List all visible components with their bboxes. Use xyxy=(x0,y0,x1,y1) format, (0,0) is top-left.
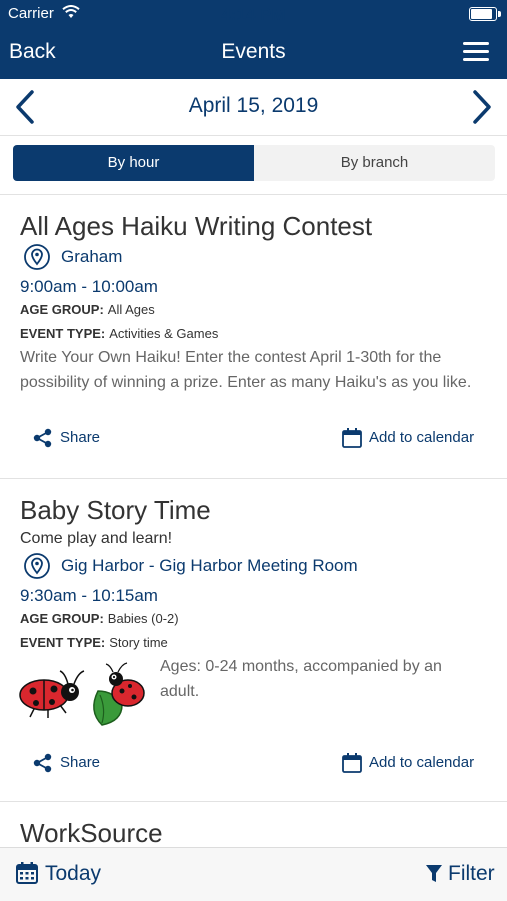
age-group-label: AGE GROUP: xyxy=(20,611,104,626)
location-name: Graham xyxy=(61,247,123,266)
view-mode-segmented-control: By hour By branch xyxy=(0,136,507,195)
bottom-toolbar: Today Filter xyxy=(0,847,507,901)
share-button[interactable]: Share xyxy=(32,752,122,776)
location-pin-icon xyxy=(24,244,50,270)
share-label: Share xyxy=(60,754,101,771)
event-time: 9:00am - 10:00am xyxy=(20,277,158,296)
filter-button[interactable]: Filter xyxy=(423,861,497,887)
event-time: 9:30am - 10:15am xyxy=(20,586,158,605)
share-icon xyxy=(33,428,52,448)
battery-icon xyxy=(469,7,501,21)
segment-by-branch[interactable]: By branch xyxy=(254,145,495,181)
event-description: Write Your Own Haiku! Enter the contest … xyxy=(20,349,472,391)
segment-by-hour[interactable]: By hour xyxy=(13,145,254,181)
event-type: EVENT TYPE: Story time xyxy=(20,635,168,650)
event-card[interactable]: Baby Story Time Come play and learn! Gig… xyxy=(0,479,507,802)
filter-label: Filter xyxy=(448,862,495,885)
today-label: Today xyxy=(45,862,102,885)
calendar-icon xyxy=(342,428,362,448)
event-image-ladybugs xyxy=(18,661,148,727)
status-bar: Carrier 4:14 PM xyxy=(0,0,507,28)
location-pin-icon xyxy=(24,553,50,579)
age-group-label: AGE GROUP: xyxy=(20,302,104,317)
event-type-label: EVENT TYPE: xyxy=(20,326,106,341)
share-icon xyxy=(33,753,52,773)
event-title: All Ages Haiku Writing Contest xyxy=(20,211,373,241)
event-type-value: Story time xyxy=(109,635,168,650)
event-title: Baby Story Time xyxy=(20,495,211,525)
event-type-label: EVENT TYPE: xyxy=(20,635,106,650)
event-type-value: Activities & Games xyxy=(109,326,219,341)
current-date: April 15, 2019 xyxy=(188,94,319,117)
filter-funnel-icon xyxy=(426,865,442,882)
age-group: AGE GROUP: Babies (0-2) xyxy=(20,611,179,626)
share-label: Share xyxy=(60,429,101,446)
add-to-calendar-label: Add to calendar xyxy=(369,754,475,771)
event-title: WorkSource xyxy=(20,818,163,848)
page-title: Events xyxy=(221,40,286,63)
add-to-calendar-label: Add to calendar xyxy=(369,429,475,446)
age-group: AGE GROUP: All Ages xyxy=(20,302,155,317)
event-card[interactable]: All Ages Haiku Writing Contest Graham 9:… xyxy=(0,195,507,479)
share-button[interactable]: Share xyxy=(32,427,122,451)
add-to-calendar-button[interactable]: Add to calendar xyxy=(341,427,491,451)
event-subtitle: Come play and learn! xyxy=(20,530,173,547)
calendar-icon xyxy=(342,753,362,773)
status-time: 4:14 PM xyxy=(221,5,286,24)
add-to-calendar-button[interactable]: Add to calendar xyxy=(341,752,491,776)
age-group-value: All Ages xyxy=(107,302,155,317)
date-navigator: April 15, 2019 xyxy=(0,79,507,136)
chevron-right-icon[interactable] xyxy=(467,89,495,125)
hamburger-menu-icon[interactable] xyxy=(463,42,489,62)
calendar-icon xyxy=(16,862,38,884)
event-description: Ages: 0-24 months, accompanied by an adu… xyxy=(160,658,442,700)
age-group-value: Babies (0-2) xyxy=(107,611,179,626)
nav-bar: Carrier 4:14 PM Back Events xyxy=(0,0,507,79)
location-name: Gig Harbor - Gig Harbor Meeting Room xyxy=(61,556,358,575)
event-type: EVENT TYPE: Activities & Games xyxy=(20,326,218,341)
